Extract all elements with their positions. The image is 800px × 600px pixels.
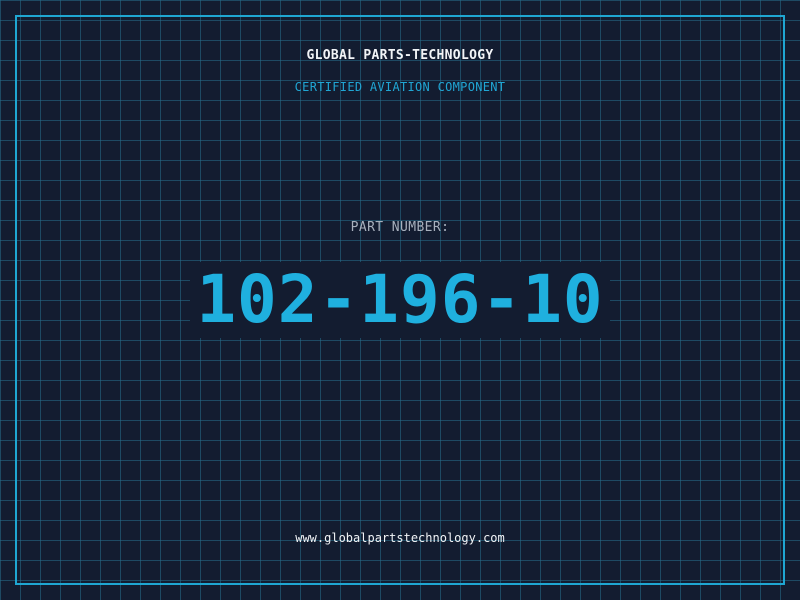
- part-number-label: PART NUMBER:: [350, 220, 450, 235]
- part-number-container: 102-196-10: [0, 262, 800, 338]
- certification-tagline: CERTIFIED AVIATION COMPONENT: [294, 80, 506, 94]
- website-url: www.globalpartstechnology.com: [295, 531, 505, 545]
- part-label-card: GLOBAL PARTS-TECHNOLOGY CERTIFIED AVIATI…: [0, 0, 800, 600]
- part-number-value: 102-196-10: [190, 262, 610, 338]
- company-name: GLOBAL PARTS-TECHNOLOGY: [306, 48, 494, 63]
